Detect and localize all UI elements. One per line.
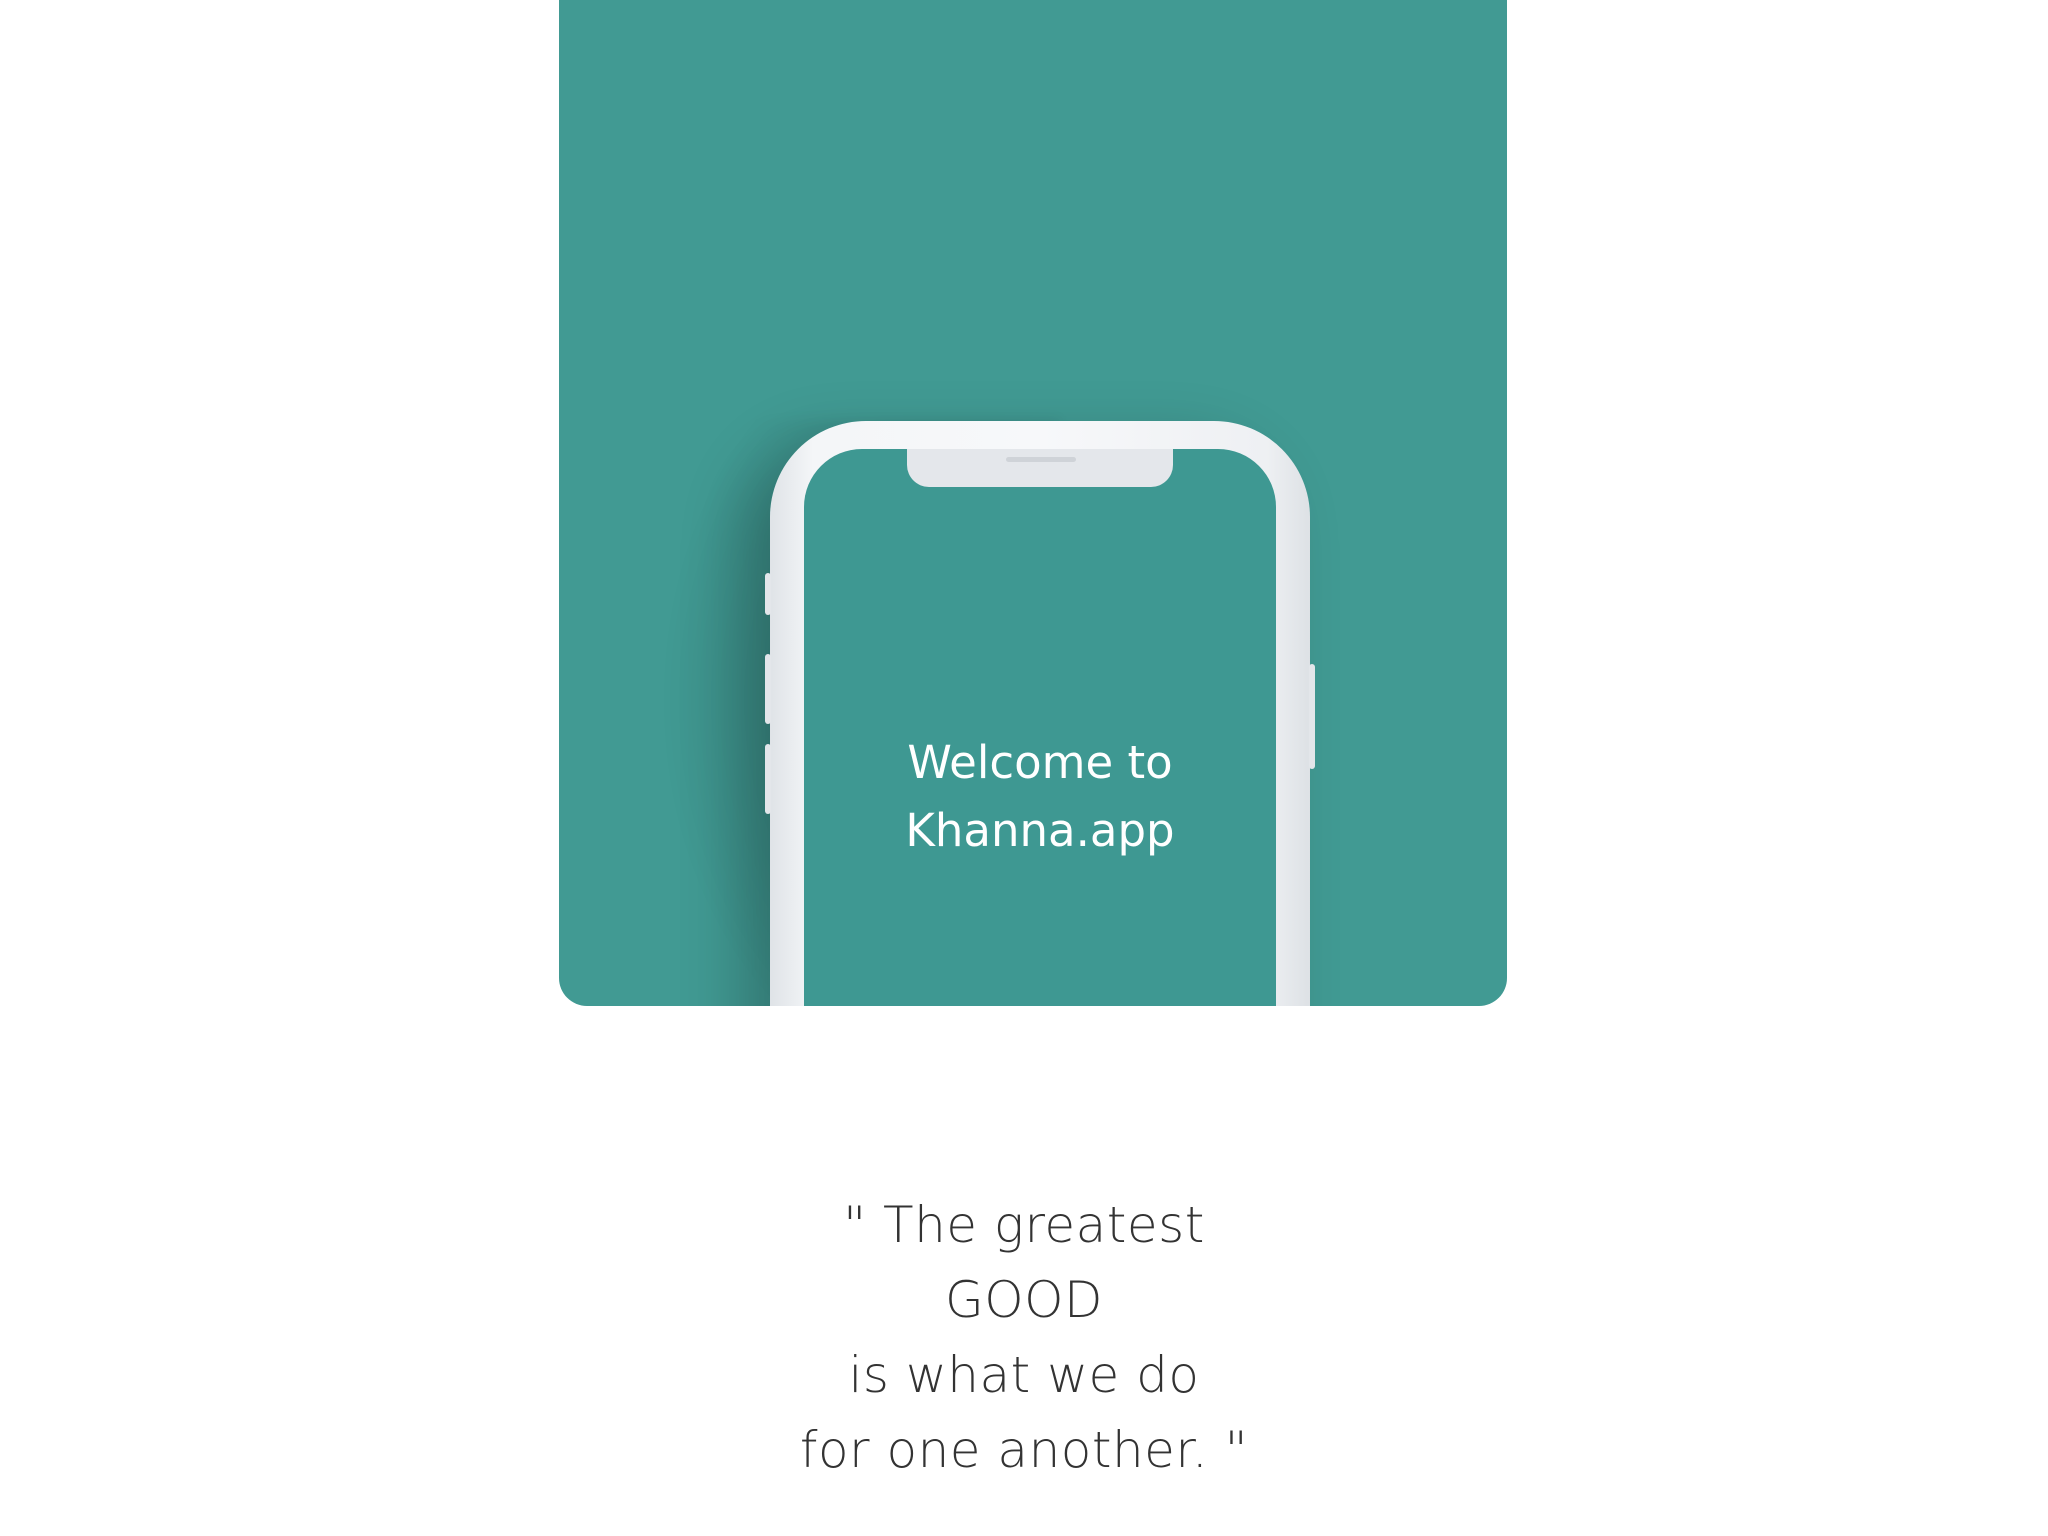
quote-line-2: GOOD (945, 1271, 1103, 1329)
phone-mockup: Welcome to Khanna.app (765, 421, 1315, 1006)
quote-block: " The greatest GOOD is what we do for on… (0, 1188, 2048, 1488)
welcome-message: Welcome to Khanna.app (804, 729, 1276, 865)
page: Welcome to Khanna.app " The greatest GOO… (0, 0, 2048, 1536)
quote-line-1: " The greatest (843, 1196, 1205, 1254)
phone-mute-switch (765, 573, 771, 615)
phone-volume-up-button (765, 654, 771, 724)
welcome-line-1: Welcome to (907, 736, 1173, 789)
phone-notch (907, 449, 1173, 487)
phone-power-button (1309, 664, 1315, 769)
hero-card: Welcome to Khanna.app (559, 0, 1507, 1006)
phone-volume-down-button (765, 744, 771, 814)
quote-line-3: is what we do (848, 1346, 1200, 1404)
speaker-grille (1006, 457, 1076, 462)
quote-line-4: for one another. " (799, 1421, 1249, 1479)
welcome-line-2: Khanna.app (905, 804, 1175, 857)
phone-screen: Welcome to Khanna.app (804, 449, 1276, 1006)
